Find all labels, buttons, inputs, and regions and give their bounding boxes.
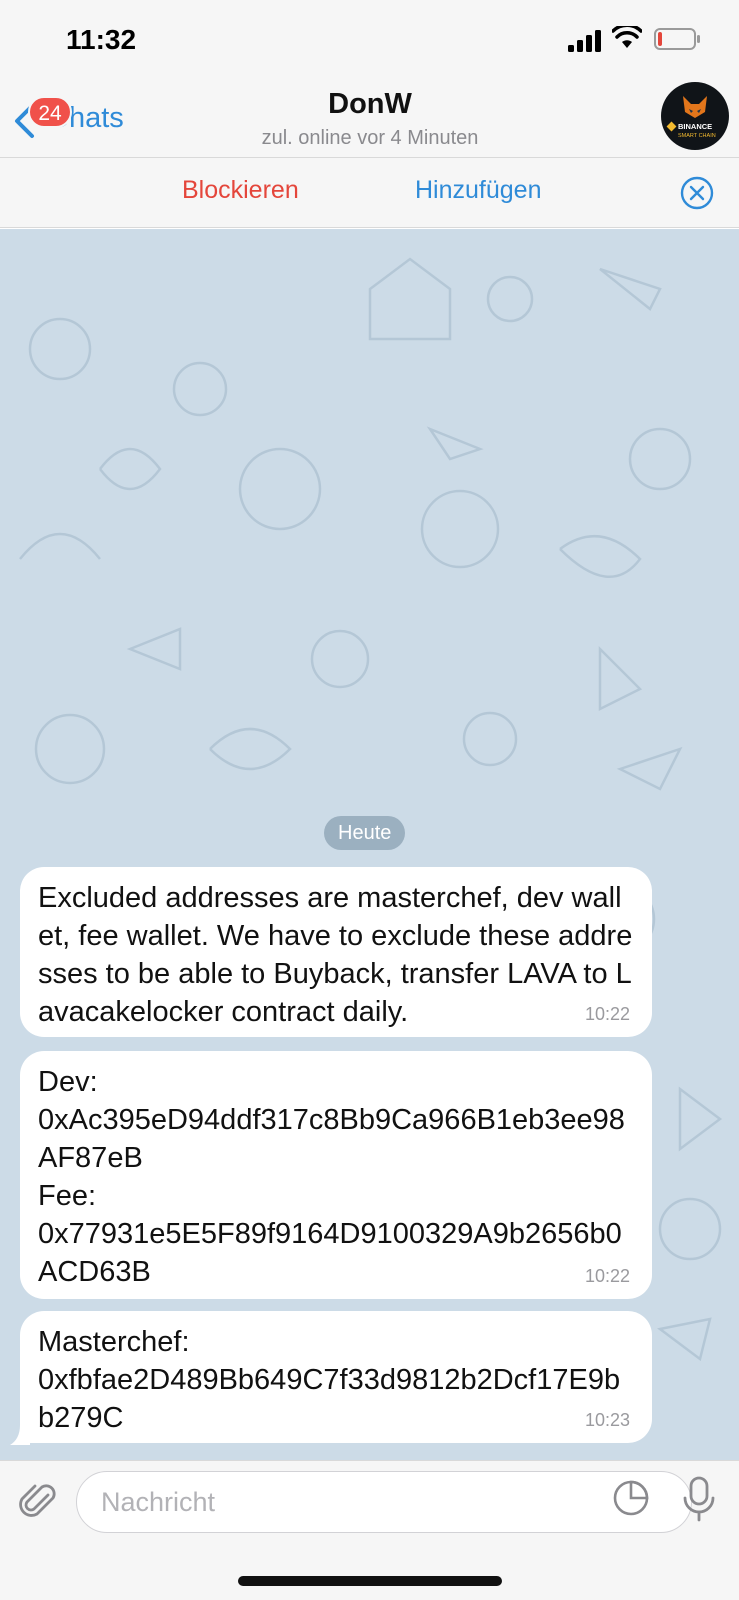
message-bubble[interactable]: Masterchef: 0xfbfae2D489Bb649C7f33d9812b… <box>20 1311 652 1443</box>
message-input[interactable]: Nachricht <box>76 1471 692 1533</box>
home-indicator <box>238 1576 502 1586</box>
close-circle-icon[interactable] <box>680 176 714 210</box>
signal-icon <box>568 30 601 52</box>
chat-title: DonW <box>328 88 412 120</box>
message-line: Masterchef: <box>38 1326 190 1358</box>
chat-area[interactable]: Heute Excluded addresses are masterchef,… <box>0 229 739 1460</box>
unread-badge: 24 <box>28 96 72 128</box>
chat-title-area[interactable]: DonW zul. online vor 4 Minuten <box>180 88 560 150</box>
battery-icon <box>654 28 700 50</box>
avatar-brand-subtext: SMART CHAIN <box>678 133 716 139</box>
message-text: Masterchef: 0xfbfae2D489Bb649C7f33d9812b… <box>38 1323 634 1437</box>
status-bar: 11:32 <box>0 0 739 80</box>
contact-avatar[interactable]: BINANCE SMART CHAIN <box>661 82 729 150</box>
message-input-placeholder: Nachricht <box>101 1487 216 1517</box>
message-time: 10:22 <box>584 1266 630 1286</box>
wifi-icon <box>612 26 642 48</box>
status-time: 11:32 <box>66 24 137 55</box>
message-time: 10:22 <box>584 1004 630 1024</box>
contact-action-bar: Blockieren Hinzufügen <box>0 158 739 228</box>
message-time: 10:23 <box>584 1410 630 1430</box>
add-contact-button[interactable]: Hinzufügen <box>415 176 541 205</box>
avatar-image: BINANCE SMART CHAIN <box>666 96 716 139</box>
chat-header: Chats 24 DonW zul. online vor 4 Minuten … <box>0 80 739 158</box>
message-line: 0x77931e5E5F89f9164D9100329A9b2656b0ACD6… <box>38 1218 622 1288</box>
message-text: Dev: 0xAc395eD94ddf317c8Bb9Ca966B1eb3ee9… <box>38 1063 634 1291</box>
microphone-icon[interactable] <box>682 1476 716 1522</box>
message-bubble[interactable]: Dev: 0xAc395eD94ddf317c8Bb9Ca966B1eb3ee9… <box>20 1051 652 1299</box>
attach-icon[interactable] <box>18 1481 60 1523</box>
last-seen-status: zul. online vor 4 Minuten <box>261 127 479 149</box>
message-text: Excluded addresses are masterchef, dev w… <box>38 882 633 1028</box>
block-button[interactable]: Blockieren <box>182 176 299 205</box>
back-button[interactable]: Chats 24 <box>12 96 142 140</box>
message-line: 0xAc395eD94ddf317c8Bb9Ca966B1eb3ee98AF87… <box>38 1104 625 1174</box>
message-bubble[interactable]: Excluded addresses are masterchef, dev w… <box>20 867 652 1037</box>
message-line: Fee: <box>38 1180 97 1212</box>
sticker-icon[interactable] <box>612 1479 650 1517</box>
avatar-brand-text: BINANCE <box>678 122 712 131</box>
message-line: 0xfbfae2D489Bb649C7f33d9812b2Dcf17E9bb27… <box>38 1364 621 1434</box>
message-line: Dev: <box>38 1066 98 1098</box>
bubble-tail <box>10 1425 30 1445</box>
date-separator: Heute <box>324 816 406 850</box>
